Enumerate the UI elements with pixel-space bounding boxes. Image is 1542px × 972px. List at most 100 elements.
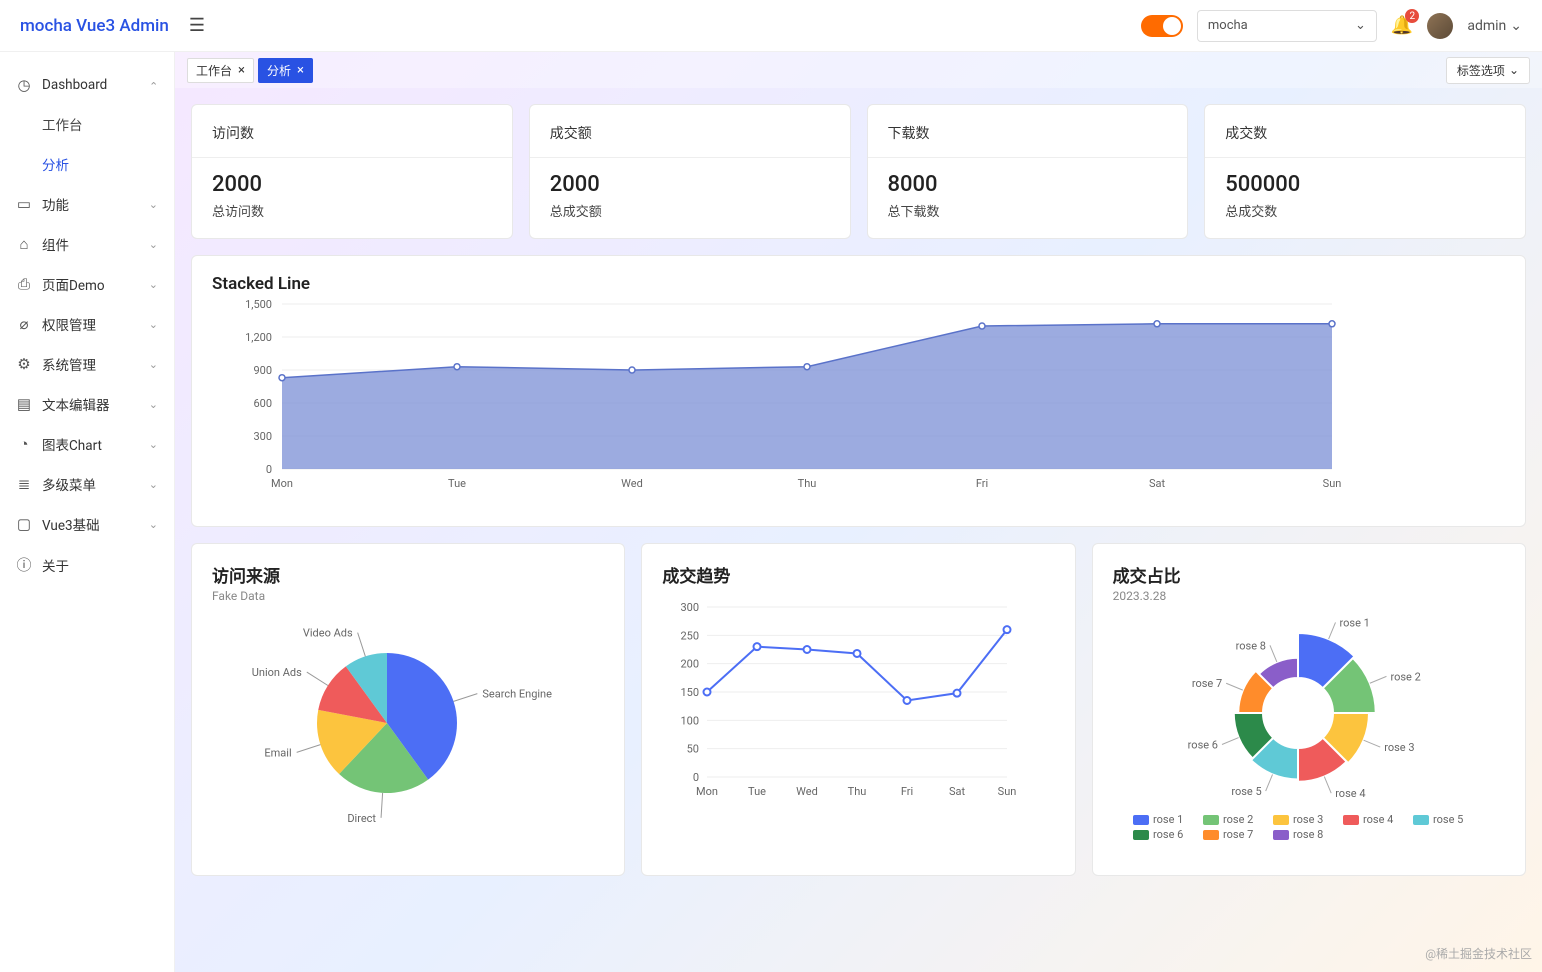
sidebar-icon: ▢ [16,515,32,533]
stat-title: 成交额 [550,123,830,143]
stacked-line-panel: Stacked Line 03006009001,2001,500MonTueW… [191,255,1526,527]
svg-text:Fri: Fri [901,785,913,798]
svg-text:rose 7: rose 7 [1191,677,1221,690]
trend-chart: 050100150200250300MonTueWedThuFriSatSun [662,587,1032,827]
stat-title: 访问数 [212,123,492,143]
menu-toggle-icon[interactable]: ☰ [189,15,205,36]
sidebar-item-label: 工作台 [42,114,83,134]
panel-title: 成交趋势 [662,562,1054,587]
panel-title: 成交占比 [1113,562,1505,587]
sidebar-item[interactable]: ▢Vue3基础⌄ [0,504,174,544]
svg-text:200: 200 [681,658,700,671]
sidebar-item-label: 功能 [42,194,69,214]
sidebar-icon: ⌀ [16,315,32,333]
svg-text:Wed: Wed [797,785,819,798]
user-name-label: admin [1467,18,1506,34]
svg-text:Sat: Sat [949,785,966,798]
sidebar-item[interactable]: ◔图表Chart⌄ [0,424,174,464]
svg-text:Tue: Tue [448,477,466,490]
tab[interactable]: 工作台 × [187,58,254,83]
trend-panel: 成交趋势 050100150200250300MonTueWedThuFriSa… [641,543,1075,876]
svg-text:rose 8: rose 8 [1235,639,1265,652]
pie-source-panel: 访问来源 Fake Data Search EngineDirectEmailU… [191,543,625,876]
stat-card: 访问数2000总访问数 [191,104,513,239]
sidebar-item-label: 系统管理 [42,354,96,374]
svg-text:0: 0 [266,463,272,476]
stat-sub: 总成交数 [1225,201,1505,220]
svg-text:Sun: Sun [1323,477,1342,490]
sidebar-item[interactable]: ⌀ 权限管理 ⌄ [0,304,174,344]
chevron-down-icon: ⌄ [149,198,158,211]
stat-value: 2000 [212,172,492,197]
svg-text:1,500: 1,500 [245,298,272,311]
notifications[interactable]: 🔔 2 [1391,15,1413,36]
sidebar: ◷Dashboard⌄工作台分析▭功能⌄⌂组件⌄⎙页面Demo⌄⌀权限管理⌄⚙系… [0,52,175,972]
svg-text:300: 300 [253,430,272,443]
stat-value: 2000 [550,172,830,197]
svg-text:300: 300 [681,601,700,614]
sidebar-item-label: 页面Demo [42,274,105,294]
project-select[interactable]: mocha ⌄ [1197,10,1377,42]
stats-row: 访问数2000总访问数成交额2000总成交额下载数8000总下载数成交数5000… [191,104,1526,239]
chevron-down-icon: ⌄ [149,358,158,371]
stat-value: 8000 [888,172,1168,197]
chevron-down-icon: ⌄ [149,318,158,331]
svg-text:rose 6: rose 6 [1187,738,1217,751]
user-menu[interactable]: admin ⌄ [1467,18,1522,34]
stat-card: 下载数8000总下载数 [867,104,1189,239]
chevron-down-icon: ⌄ [149,398,158,411]
sidebar-item-label: 权限管理 [42,314,96,334]
pie-source-chart: Search EngineDirectEmailUnion AdsVideo A… [212,603,582,843]
stat-title: 成交数 [1225,123,1505,143]
svg-text:100: 100 [681,714,700,727]
stat-card: 成交额2000总成交额 [529,104,851,239]
app-logo[interactable]: mocha Vue3 Admin [20,16,169,36]
sidebar-item[interactable]: ▭功能⌄ [0,184,174,224]
sidebar-item[interactable]: 工作台 [0,104,174,144]
sidebar-item[interactable]: 分析 [0,144,174,184]
stat-value: 500000 [1225,172,1505,197]
sidebar-item-label: 组件 [42,234,69,254]
chevron-down-icon: ⌄ [1509,63,1519,77]
sidebar-item[interactable]: ⚙系统管理⌄ [0,344,174,384]
panel-title: 访问来源 [212,562,604,587]
chevron-down-icon: ⌄ [149,478,158,491]
svg-text:Email: Email [264,746,291,759]
svg-text:Tue: Tue [748,785,766,798]
sidebar-item[interactable]: ◷Dashboard⌄ [0,66,174,104]
svg-text:rose 7: rose 7 [1223,828,1253,841]
theme-toggle[interactable] [1141,15,1183,37]
sidebar-item[interactable]: ⓘ关于 [0,544,174,585]
chevron-down-icon: ⌄ [149,518,158,531]
tab[interactable]: 分析× [258,58,313,83]
panel-subtitle: Fake Data [212,589,604,603]
tab-label: 工作台 [196,62,232,79]
close-icon[interactable]: × [297,63,304,78]
svg-text:0: 0 [693,771,699,784]
panel-subtitle: 2023.3.28 [1113,589,1505,603]
svg-text:Sun: Sun [998,785,1017,798]
sidebar-item-label: 图表Chart [42,434,102,454]
sidebar-icon: ▤ [16,395,32,413]
svg-text:600: 600 [253,397,272,410]
tab-options[interactable]: 标签选项 ⌄ [1446,57,1530,84]
svg-text:Fri: Fri [976,477,988,490]
sidebar-item[interactable]: ⌂组件⌄ [0,224,174,264]
sidebar-item-label: 文本编辑器 [42,394,110,414]
svg-text:Direct: Direct [347,812,376,825]
svg-text:Mon: Mon [271,477,293,490]
sidebar-item[interactable]: ⎙页面Demo⌄ [0,264,174,304]
sidebar-item[interactable]: ▤ 文本编辑器 ⌄ [0,384,174,424]
avatar[interactable] [1427,13,1453,39]
svg-text:rose 2: rose 2 [1390,670,1420,683]
svg-text:Thu: Thu [798,477,817,490]
close-icon[interactable]: × [238,63,245,78]
sidebar-item-label: Dashboard [42,77,107,93]
svg-text:Mon: Mon [696,785,718,798]
notification-badge: 2 [1405,9,1419,23]
stacked-line-chart: 03006009001,2001,500MonTueWedThuFriSatSu… [212,294,1352,504]
sidebar-icon: ⌂ [16,235,32,253]
stat-title: 下载数 [888,123,1168,143]
header: mocha Vue3 Admin ☰ mocha ⌄ 🔔 2 admin ⌄ [0,0,1542,52]
sidebar-item[interactable]: ≣多级菜单⌄ [0,464,174,504]
